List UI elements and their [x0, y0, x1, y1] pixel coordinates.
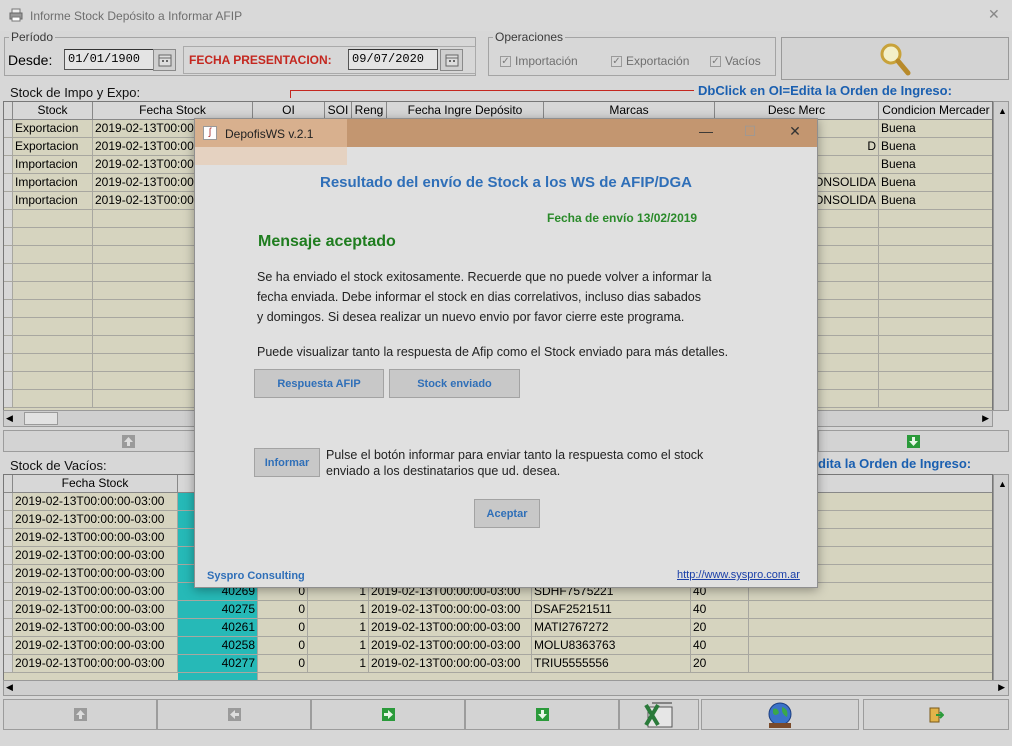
- message-line: y domingos. Si desea realizar un nuevo e…: [257, 310, 685, 324]
- company-link[interactable]: http://www.syspro.com.ar: [677, 569, 800, 581]
- app-logo-icon: ʃ: [203, 126, 217, 140]
- maximize-icon[interactable]: ☐: [735, 123, 765, 143]
- minimize-icon[interactable]: —: [691, 123, 721, 143]
- window-close-button[interactable]: ✕: [988, 6, 1000, 23]
- informar-text: enviado a los destinatarios que ud. dese…: [326, 464, 561, 478]
- respuesta-afip-button[interactable]: Respuesta AFIP: [254, 369, 384, 398]
- printer-icon: [9, 8, 23, 22]
- send-date: Fecha de envío 13/02/2019: [547, 211, 698, 225]
- window-titlebar: Informe Stock Depósito a Informar AFIP ✕: [0, 0, 1012, 31]
- result-dialog: ʃ DepofisWS v.2.1 — ☐ ✕ Resultado del en…: [194, 118, 818, 588]
- close-icon[interactable]: ✕: [780, 123, 810, 143]
- informar-button[interactable]: Informar: [254, 448, 320, 477]
- dialog-heading: Resultado del envío de Stock a los WS de…: [319, 174, 692, 191]
- informar-text: Pulse el botón informar para enviar tant…: [326, 448, 704, 462]
- message-line: fecha enviada. Debe informar el stock en…: [257, 290, 701, 304]
- stock-enviado-button[interactable]: Stock enviado: [389, 369, 520, 398]
- status-message: Mensaje aceptado: [258, 233, 396, 250]
- message-line: Puede visualizar tanto la respuesta de A…: [257, 345, 729, 359]
- company-name: Syspro Consulting: [207, 570, 305, 582]
- dialog-title: DepofisWS v.2.1: [225, 127, 314, 141]
- dialog-title-highlight: [195, 119, 347, 165]
- message-line: Se ha enviado el stock exitosamente. Rec…: [257, 270, 712, 284]
- aceptar-button[interactable]: Aceptar: [474, 499, 540, 528]
- window-title: Informe Stock Depósito a Informar AFIP: [30, 9, 243, 23]
